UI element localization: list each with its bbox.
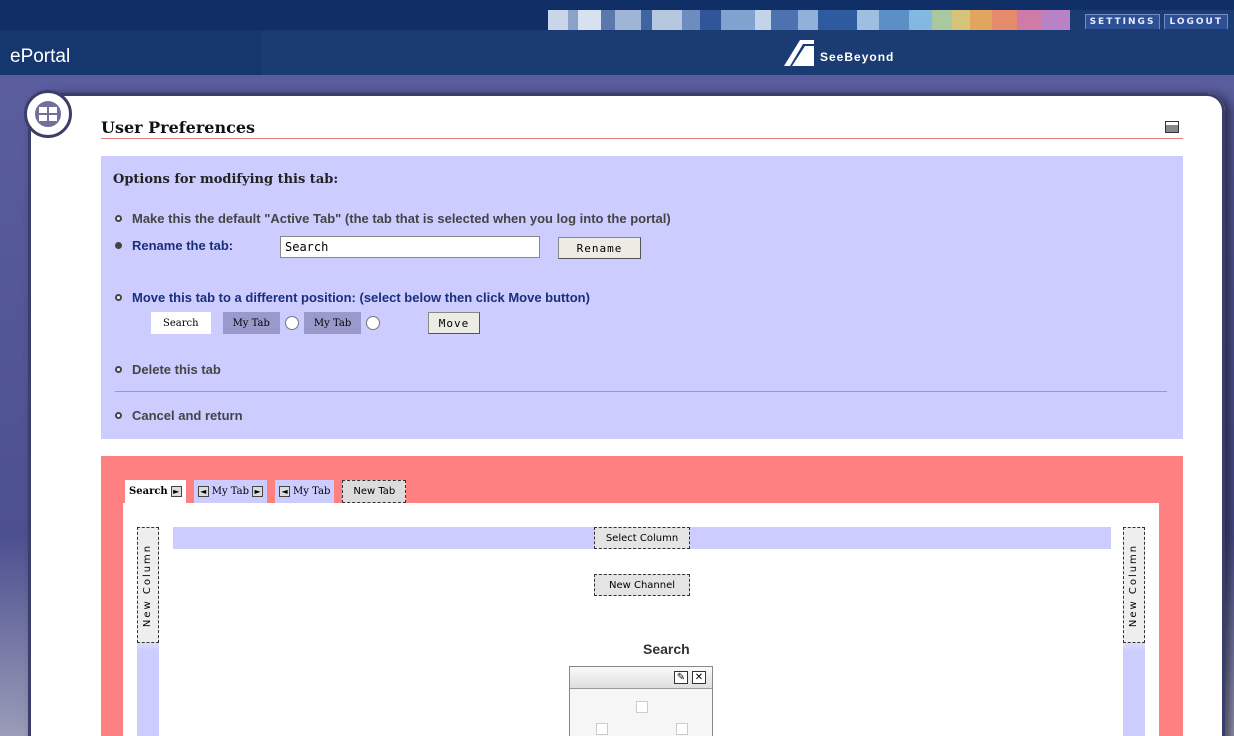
bullet-icon xyxy=(115,366,122,373)
channel-toolbar: ✎ ✕ xyxy=(570,667,712,689)
layout-tab-mytab[interactable]: ◄ My Tab ► xyxy=(193,480,268,503)
layout-tab-mytab[interactable]: ◄ My Tab xyxy=(275,480,335,503)
options-divider xyxy=(115,391,1167,392)
new-channel-button[interactable]: New Channel xyxy=(594,574,690,596)
layout-body: New Column New Column Select Column New … xyxy=(123,503,1159,736)
top-banner: SETTINGS LOGOUT xyxy=(0,0,1234,30)
edit-icon[interactable]: ✎ xyxy=(674,671,688,684)
close-icon[interactable]: ✕ xyxy=(692,671,706,684)
move-up-icon xyxy=(636,701,648,713)
option-rename: Rename the tab: xyxy=(115,238,233,253)
new-column-right-button[interactable]: New Column xyxy=(1123,527,1145,643)
arrow-right-icon[interactable]: ► xyxy=(252,486,264,497)
maximize-icon[interactable] xyxy=(1165,121,1179,133)
move-right-icon xyxy=(676,723,688,735)
order-tab: My Tab xyxy=(222,312,280,334)
options-heading: Options for modifying this tab: xyxy=(113,172,339,187)
layout-tab-label: Search xyxy=(129,486,168,497)
title-divider xyxy=(101,138,1183,139)
settings-link[interactable]: SETTINGS xyxy=(1084,14,1161,29)
option-cancel-label: Cancel and return xyxy=(132,408,243,423)
seebeyond-logo-icon xyxy=(784,40,814,66)
brand-logo: SeeBeyond xyxy=(784,40,894,66)
order-tab: My Tab xyxy=(303,312,362,334)
left-column-bar: New Column xyxy=(137,527,159,736)
bullet-icon xyxy=(115,242,122,249)
position-radio[interactable] xyxy=(284,316,299,330)
arrow-right-icon[interactable]: ► xyxy=(170,486,182,497)
portal-menu-button[interactable] xyxy=(24,90,72,138)
layout-tab-search[interactable]: Search ► xyxy=(125,480,186,503)
option-move-label: Move this tab to a different position: (… xyxy=(132,290,590,305)
arrow-left-icon[interactable]: ◄ xyxy=(279,486,291,497)
channel-title: Search xyxy=(643,641,690,657)
new-column-label: New Column xyxy=(142,543,154,627)
new-tab-button[interactable]: New Tab xyxy=(342,480,407,503)
app-title: ePortal xyxy=(10,46,71,67)
rename-tab-input[interactable] xyxy=(280,236,540,258)
bullet-icon xyxy=(115,215,122,222)
page-title: User Preferences xyxy=(101,118,256,137)
tab-options-panel: Options for modifying this tab: Make thi… xyxy=(101,156,1183,439)
option-delete[interactable]: Delete this tab xyxy=(115,362,221,377)
option-delete-label: Delete this tab xyxy=(132,362,221,377)
move-button[interactable]: Move xyxy=(428,312,480,334)
option-cancel[interactable]: Cancel and return xyxy=(115,408,243,423)
header: ePortal SeeBeyond xyxy=(0,30,1234,75)
new-column-left-button[interactable]: New Column xyxy=(137,527,159,643)
rename-button[interactable]: Rename xyxy=(558,237,641,259)
right-column-bar: New Column xyxy=(1123,527,1145,736)
option-make-default-label: Make this the default "Active Tab" (the … xyxy=(132,211,671,226)
logo-text: SeeBeyond xyxy=(820,50,895,64)
bullet-icon xyxy=(115,294,122,301)
position-radio[interactable] xyxy=(366,316,381,330)
channel-box: ✎ ✕ xyxy=(569,666,713,736)
option-rename-label: Rename the tab: xyxy=(132,238,234,253)
logout-link[interactable]: LOGOUT xyxy=(1164,14,1228,29)
tab-order-selector: Search My Tab My Tab xyxy=(151,312,385,334)
new-column-label: New Column xyxy=(1128,543,1140,627)
option-move: Move this tab to a different position: (… xyxy=(115,290,590,305)
grid-icon xyxy=(33,99,63,129)
move-left-icon xyxy=(596,723,608,735)
top-links: SETTINGS LOGOUT xyxy=(1084,14,1228,29)
tab-layout-editor: Search ► ◄ My Tab ► ◄ My Tab New Tab New… xyxy=(101,456,1183,736)
layout-tab-label: My Tab xyxy=(211,486,250,497)
layout-tab-label: My Tab xyxy=(293,486,331,497)
order-tab-current: Search xyxy=(151,312,211,334)
bullet-icon xyxy=(115,412,122,419)
layout-tab-strip: Search ► ◄ My Tab ► ◄ My Tab New Tab xyxy=(125,480,407,503)
option-make-default[interactable]: Make this the default "Active Tab" (the … xyxy=(115,211,671,226)
select-column-button[interactable]: Select Column xyxy=(594,527,690,549)
arrow-left-icon[interactable]: ◄ xyxy=(197,486,209,497)
